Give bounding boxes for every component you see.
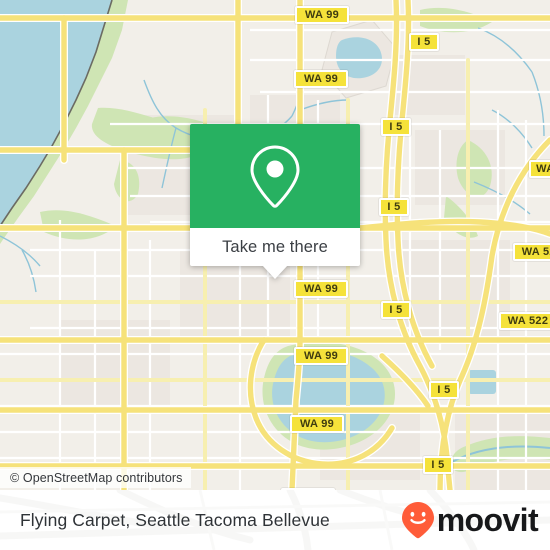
road-shield: WA 99	[294, 347, 348, 365]
road-shield: I 5	[423, 456, 453, 474]
road-shield-label: WA 99	[303, 283, 339, 295]
road-shield: WA 99	[290, 415, 344, 433]
road-shield: WA 99	[295, 6, 349, 24]
road-shield: WA 522	[513, 243, 550, 261]
road-shield-label: I 5	[387, 201, 401, 213]
road-shield-label: WA 522	[521, 246, 550, 258]
take-me-there-label: Take me there	[222, 237, 328, 256]
place-title: Flying Carpet, Seattle Tacoma Bellevue	[20, 509, 330, 530]
road-shield-label: I 5	[389, 304, 403, 316]
road-shield: I 5	[379, 198, 409, 216]
road-shield-label: WA 99	[299, 418, 335, 430]
map-attribution[interactable]: © OpenStreetMap contributors	[0, 467, 191, 488]
moovit-brand[interactable]: moovit	[401, 501, 539, 539]
map-pin-icon	[250, 145, 300, 208]
road-shield: WA 99	[294, 280, 348, 298]
road-shield-label: WA 99	[303, 350, 339, 362]
road-shield: WA 5	[529, 160, 550, 178]
popup-pointer	[262, 265, 288, 279]
road-shield: I 5	[381, 118, 411, 136]
popup-image-panel	[190, 124, 360, 228]
road-shield: WA 522	[499, 312, 550, 330]
attribution-text: © OpenStreetMap contributors	[10, 470, 183, 485]
road-shield-label: I 5	[431, 459, 445, 471]
moovit-wordmark: moovit	[436, 502, 539, 538]
bottom-info-bar: Flying Carpet, Seattle Tacoma Bellevue m…	[0, 490, 550, 550]
moovit-smiley-pin-icon	[401, 502, 434, 539]
map-screenshot: WA 99 I 5 WA 99 I 5 WA 5 I 5 WA 522 WA 99 I 5 WA …	[0, 0, 550, 550]
road-shield: WA 99	[294, 70, 348, 88]
road-shield: I 5	[409, 33, 439, 51]
road-shield-label: I 5	[389, 121, 403, 133]
road-shield-label: WA 522	[507, 315, 549, 327]
road-shield-label: I 5	[437, 384, 451, 396]
road-shield-label: WA 99	[303, 73, 339, 85]
location-popup[interactable]: Take me there	[190, 124, 360, 279]
road-shield: I 5	[381, 301, 411, 319]
road-shield: I 5	[429, 381, 459, 399]
road-shield-label: WA 5	[536, 163, 550, 175]
take-me-there-button[interactable]: Take me there	[190, 228, 360, 266]
road-shield-label: I 5	[417, 36, 431, 48]
road-shield-label: WA 99	[304, 9, 340, 21]
